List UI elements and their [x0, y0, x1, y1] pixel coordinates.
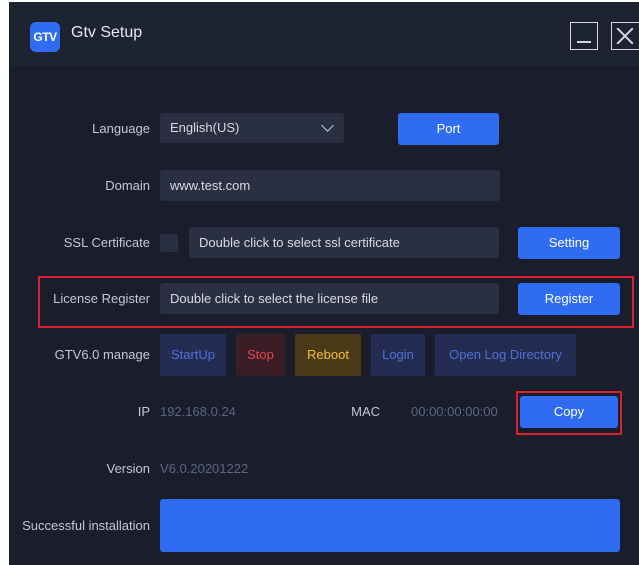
copy-button[interactable]: Copy — [520, 396, 618, 428]
reboot-button[interactable]: Reboot — [295, 334, 361, 376]
chevron-down-icon — [321, 119, 334, 132]
open-log-directory-button[interactable]: Open Log Directory — [435, 334, 576, 376]
progress-bar — [160, 499, 620, 552]
ip-value: 192.168.0.24 — [160, 404, 236, 419]
stop-button[interactable]: Stop — [236, 334, 285, 376]
language-value: English(US) — [170, 120, 240, 135]
startup-button[interactable]: StartUp — [160, 334, 226, 376]
version-value: V6.0.20201222 — [160, 461, 249, 476]
minimize-button[interactable] — [570, 22, 598, 50]
window-title: Gtv Setup — [71, 24, 143, 41]
language-label: Language — [92, 121, 150, 136]
ssl-setting-button[interactable]: Setting — [518, 227, 620, 259]
version-label: Version — [106, 461, 150, 476]
mac-value: 00:00:00:00:00 — [411, 404, 498, 419]
ssl-checkbox[interactable] — [160, 234, 178, 252]
close-button[interactable] — [611, 22, 639, 50]
manage-label: GTV6.0 manage — [54, 347, 150, 362]
login-button[interactable]: Login — [371, 334, 425, 376]
domain-label: Domain — [105, 178, 150, 193]
ssl-file-input[interactable]: Double click to select ssl certificate — [189, 227, 499, 258]
ssl-label: SSL Certificate — [63, 235, 150, 250]
title-bar: GTV Gtv Setup — [9, 2, 639, 66]
ip-label: IP — [137, 404, 150, 419]
domain-input[interactable]: www.test.com — [160, 170, 500, 201]
gtv-logo: GTV — [30, 22, 60, 52]
license-label: License Register — [53, 291, 150, 306]
language-select[interactable]: English(US) — [160, 113, 344, 143]
license-file-input[interactable]: Double click to select the license file — [160, 283, 499, 314]
status-label: Successful installation — [22, 518, 150, 533]
mac-label: MAC — [351, 404, 380, 419]
register-button[interactable]: Register — [518, 283, 620, 315]
port-button[interactable]: Port — [398, 113, 499, 145]
